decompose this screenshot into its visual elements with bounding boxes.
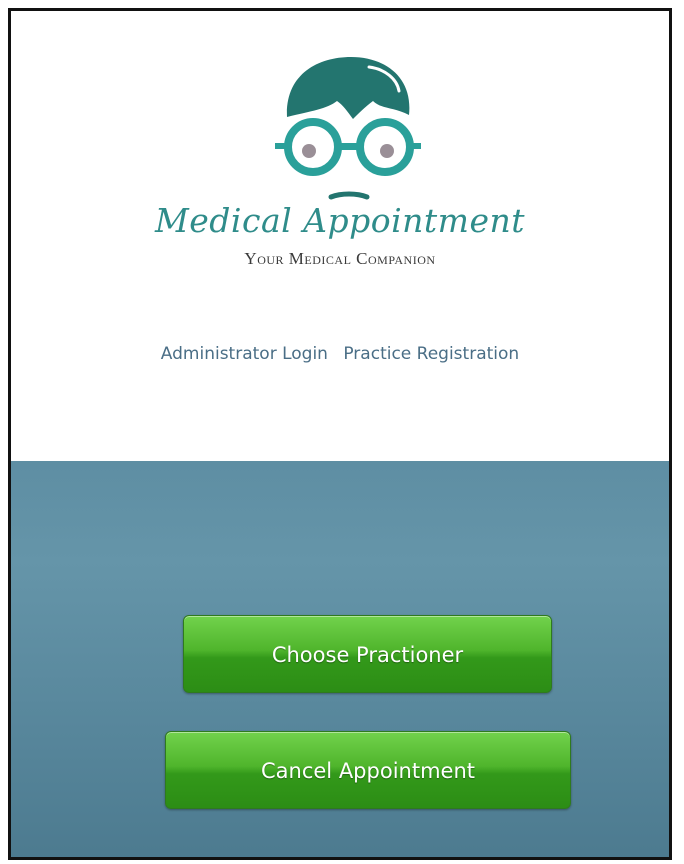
nav-links: Administrator Login Practice Registratio… <box>11 344 669 364</box>
app-frame: Medical Appointment Your Medical Compani… <box>8 8 672 860</box>
cancel-appointment-button[interactable]: Cancel Appointment <box>165 731 571 809</box>
main-panel: Choose Practioner Cancel Appointment <box>11 461 669 857</box>
logo-title: Medical Appointment <box>154 201 526 240</box>
logo-subtitle: Your Medical Companion <box>244 249 436 268</box>
choose-practitioner-button[interactable]: Choose Practioner <box>183 615 552 693</box>
header: Medical Appointment Your Medical Compani… <box>11 11 669 461</box>
practice-registration-link[interactable]: Practice Registration <box>343 344 519 364</box>
administrator-login-link[interactable]: Administrator Login <box>161 344 328 364</box>
doctor-face-with-glasses-icon <box>275 57 421 200</box>
